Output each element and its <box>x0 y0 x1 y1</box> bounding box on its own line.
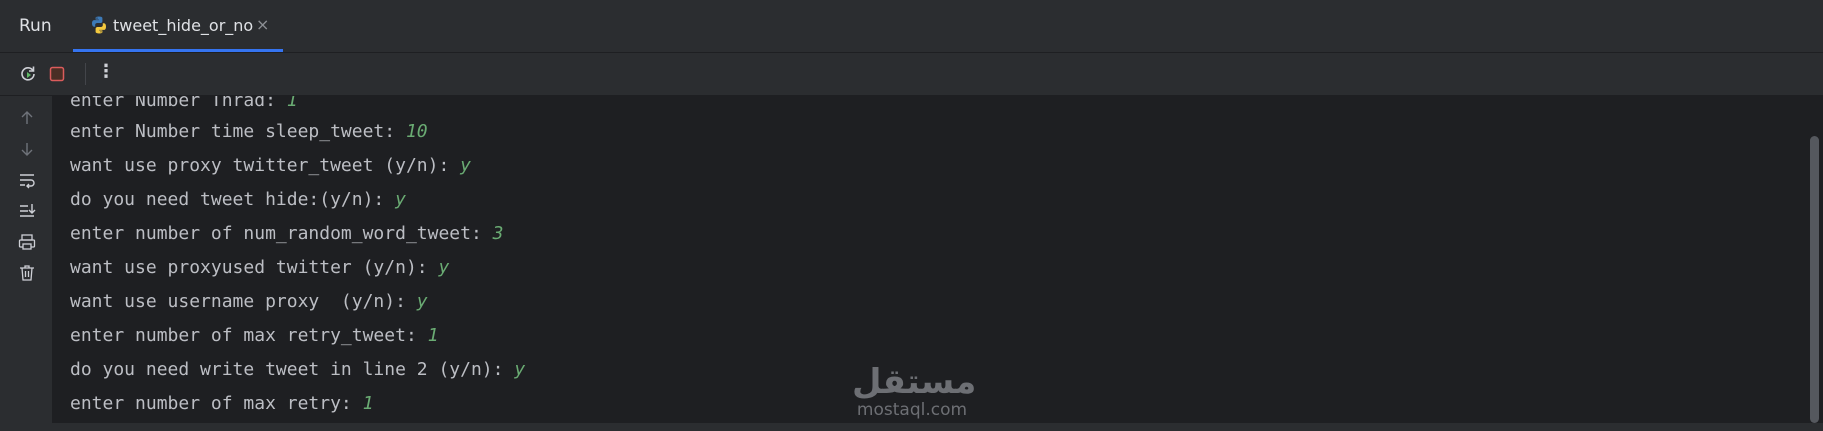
scroll-to-end-icon[interactable] <box>17 201 37 221</box>
close-tab-icon[interactable]: × <box>256 15 269 34</box>
console-line: enter number of max retry: 1 <box>70 393 374 414</box>
tool-window-header: Run tweet_hide_or_no × <box>0 0 1823 53</box>
arrow-up-icon[interactable] <box>17 108 37 128</box>
rerun-icon[interactable] <box>18 64 38 84</box>
console-line: want use proxyused twitter (y/n): y <box>70 257 450 278</box>
vertical-scrollbar[interactable] <box>1810 136 1819 423</box>
run-tool-window-title: Run <box>19 16 52 36</box>
bottom-border <box>0 423 1823 431</box>
print-icon[interactable] <box>17 232 37 252</box>
tab-label: tweet_hide_or_no <box>113 16 254 35</box>
console-line: do you need write tweet in line 2 (y/n):… <box>70 359 526 380</box>
soft-wrap-icon[interactable] <box>17 170 37 190</box>
console-line: do you need tweet hide:(y/n): y <box>70 189 406 210</box>
tab-tweet-hide-or-no[interactable]: tweet_hide_or_no × <box>73 0 283 52</box>
stop-icon[interactable] <box>47 64 67 84</box>
watermark: مستقل mostaql.com <box>852 362 977 420</box>
console-line: want use proxy twitter_tweet (y/n): y <box>70 155 471 176</box>
more-vertical-icon[interactable]: ⋮ <box>97 61 115 82</box>
console-line: enter Number Thrad: 1 <box>70 96 298 111</box>
trash-icon[interactable] <box>17 263 37 283</box>
toolbar-separator <box>85 63 86 85</box>
watermark-logo: مستقل <box>852 362 977 402</box>
arrow-down-icon[interactable] <box>17 139 37 159</box>
console-line: enter Number time sleep_tweet: 10 <box>70 121 428 142</box>
console-gutter <box>0 96 52 423</box>
python-file-icon <box>92 16 106 34</box>
console-line: want use username proxy (y/n): y <box>70 291 428 312</box>
run-toolbar: ⋮ <box>0 53 1823 96</box>
console-line: enter number of max retry_tweet: 1 <box>70 325 439 346</box>
console-line: enter number of num_random_word_tweet: 3 <box>70 223 504 244</box>
watermark-url: mostaql.com <box>856 400 968 420</box>
